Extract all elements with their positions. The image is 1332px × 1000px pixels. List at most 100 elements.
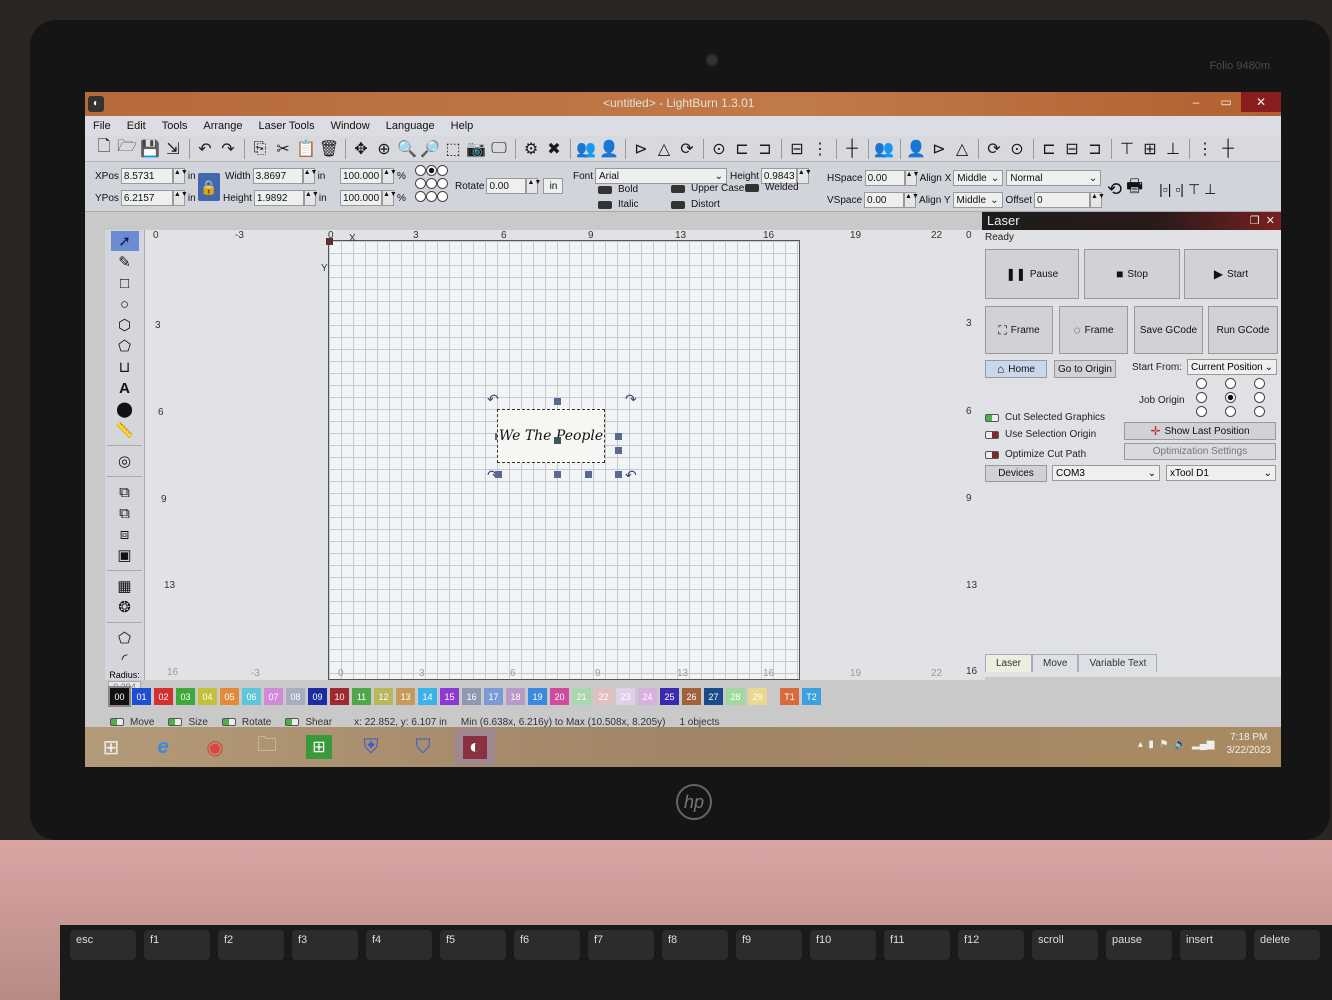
ungroup-icon[interactable]: 👤 [598,138,620,160]
cut-selected-toggle[interactable]: Cut Selected Graphics [985,412,1105,423]
height-input[interactable]: 1.9892 [253,190,304,206]
job-origin-radio[interactable] [1225,406,1236,417]
dock-bottom-icon[interactable]: ⊥ [1204,181,1216,198]
open-folder-icon[interactable]: 🗁 [116,138,138,160]
skew-handle-right[interactable] [615,447,622,454]
cut-selected-switch[interactable] [985,413,999,422]
group-icon-2[interactable]: 👥 [873,138,895,160]
canvas[interactable]: X Y ↶ ↷ ↷ ↶ We The People 0 -3 0 3 6 9 13 16 19 2… [145,230,985,680]
zoom-fit-icon[interactable]: ⊕ [373,138,395,160]
taskbar-file-explorer[interactable]: 🗀 [247,729,287,765]
hspace-input[interactable]: 0.00 [864,170,905,186]
height-spinner[interactable]: ▲▼ [303,190,319,206]
align-left-icon-2[interactable]: ⊏ [1038,138,1060,160]
anchor-radio[interactable] [437,165,448,176]
rotate-icon-2[interactable]: ⟳ [983,138,1005,160]
rotate-handle-bottom-right[interactable]: ↶ [625,467,637,484]
job-origin-radio[interactable] [1196,406,1207,417]
scale-height-input[interactable]: 100.000 [340,190,382,206]
vspace-spinner[interactable]: ▲▼ [904,192,919,208]
stop-button[interactable]: ■ Stop [1084,249,1180,299]
weld-shapes-icon[interactable]: ⧉ [111,482,139,502]
measure-tool-icon[interactable]: 📏 [111,420,139,440]
anchor-radio[interactable] [426,178,437,189]
menu-tools[interactable]: Tools [162,120,188,132]
move-switch[interactable] [110,718,124,726]
rotate-input[interactable]: 0.00 [486,178,527,194]
layer-swatch-21[interactable]: 21 [572,688,591,705]
welded-switch[interactable] [745,183,759,192]
taskbar-shield-app[interactable]: ⛨ [351,729,391,765]
optimize-cut-path-toggle[interactable]: Optimize Cut Path [985,449,1086,460]
save-gcode-button[interactable]: Save GCode [1134,306,1203,354]
dock-left-icon[interactable]: |▫| [1159,181,1171,197]
import-icon[interactable]: ⇲ [162,138,184,160]
grid-array-icon[interactable]: ▦ [111,576,139,596]
anchor-radio[interactable] [426,191,437,202]
ungroup-icon-2[interactable]: 👤 [905,138,927,160]
distribute-icon-2[interactable]: ⋮ [1194,138,1216,160]
move-toggle[interactable]: Move [110,717,154,728]
use-selection-origin-toggle[interactable]: Use Selection Origin [985,429,1096,440]
devices-button[interactable]: Devices [985,465,1047,482]
anchor-radio[interactable] [415,165,426,176]
machine-settings-icon[interactable]: ✖ [543,138,565,160]
layer-swatch-08[interactable]: 08 [286,688,305,705]
menu-arrange[interactable]: Arrange [203,120,242,132]
corner-radius-icon[interactable]: ◜ [111,649,139,669]
align-hcenter-icon[interactable]: ⊟ [786,138,808,160]
undo-icon[interactable]: ↶ [194,138,216,160]
anchor-radio[interactable] [437,191,448,202]
home-button[interactable]: ⌂ Home [985,360,1047,378]
redo-icon[interactable]: ↷ [217,138,239,160]
menu-laser-tools[interactable]: Laser Tools [259,120,315,132]
italic-toggle[interactable]: Italic [598,199,639,210]
layer-swatch-01[interactable]: 01 [132,688,151,705]
job-origin-radio[interactable] [1196,378,1207,389]
anchor-radio[interactable] [426,165,437,176]
menu-language[interactable]: Language [386,120,435,132]
go-to-origin-button[interactable]: Go to Origin [1054,360,1116,378]
layer-swatch-28[interactable]: 28 [726,688,745,705]
text-mode-select[interactable]: Normal ⌄ [1006,170,1102,186]
volume-icon[interactable]: 🔈 [1174,739,1186,750]
move-icon[interactable]: ✥ [350,138,372,160]
pen-tool-icon[interactable]: ✎ [111,252,139,272]
scale-width-spinner[interactable]: ▲▼ [382,168,397,184]
camera-icon[interactable]: 📷 [465,138,487,160]
anchor-radio[interactable] [415,191,426,202]
scale-height-spinner[interactable]: ▲▼ [382,190,397,206]
clock[interactable]: 7:18 PM 3/22/2023 [1227,731,1272,757]
optimize-cut-path-switch[interactable] [985,450,999,459]
aligny-select[interactable]: Middle ⌄ [952,192,1003,208]
print-cut-icon[interactable]: 🖶 [1126,174,1143,204]
rotate-icon[interactable]: ⟳ [676,138,698,160]
work-area-grid[interactable]: X Y ↶ ↷ ↷ ↶ We The People [321,233,800,680]
save-icon[interactable]: 💾 [139,138,161,160]
layer-swatch-20[interactable]: 20 [550,688,569,705]
layer-swatch-13[interactable]: 13 [396,688,415,705]
delete-icon[interactable]: 🗑 [318,138,340,160]
text-tool-icon[interactable]: A [111,378,139,398]
layer-swatch-27[interactable]: 27 [704,688,723,705]
upper-case-switch[interactable] [671,184,685,193]
pause-button[interactable]: ❚❚ Pause [985,249,1079,299]
float-panel-icon[interactable]: ❐ [1250,215,1260,227]
scale-width-input[interactable]: 100.000 [340,168,382,184]
xpos-input[interactable]: 8.5731 [120,168,173,184]
tab-variable-text[interactable]: Variable Text [1078,654,1158,672]
align-center-icon[interactable]: ⊙ [708,138,730,160]
dock-right-icon[interactable]: ▫| [1175,181,1184,197]
select-tool-icon[interactable]: ➚ [110,231,139,251]
layer-swatch-14[interactable]: 14 [418,688,437,705]
job-origin-radio[interactable] [1225,392,1236,403]
group-icon[interactable]: 👥 [575,138,597,160]
layer-swatch-06[interactable]: 06 [242,688,261,705]
menu-edit[interactable]: Edit [127,120,146,132]
ypos-spinner[interactable]: ▲▼ [172,190,188,206]
hspace-spinner[interactable]: ▲▼ [904,170,919,186]
taskbar-chrome[interactable]: ◉ [195,729,235,765]
bold-toggle[interactable]: Bold [598,184,638,195]
layer-swatch-04[interactable]: 04 [198,688,217,705]
layer-swatch-17[interactable]: 17 [484,688,503,705]
